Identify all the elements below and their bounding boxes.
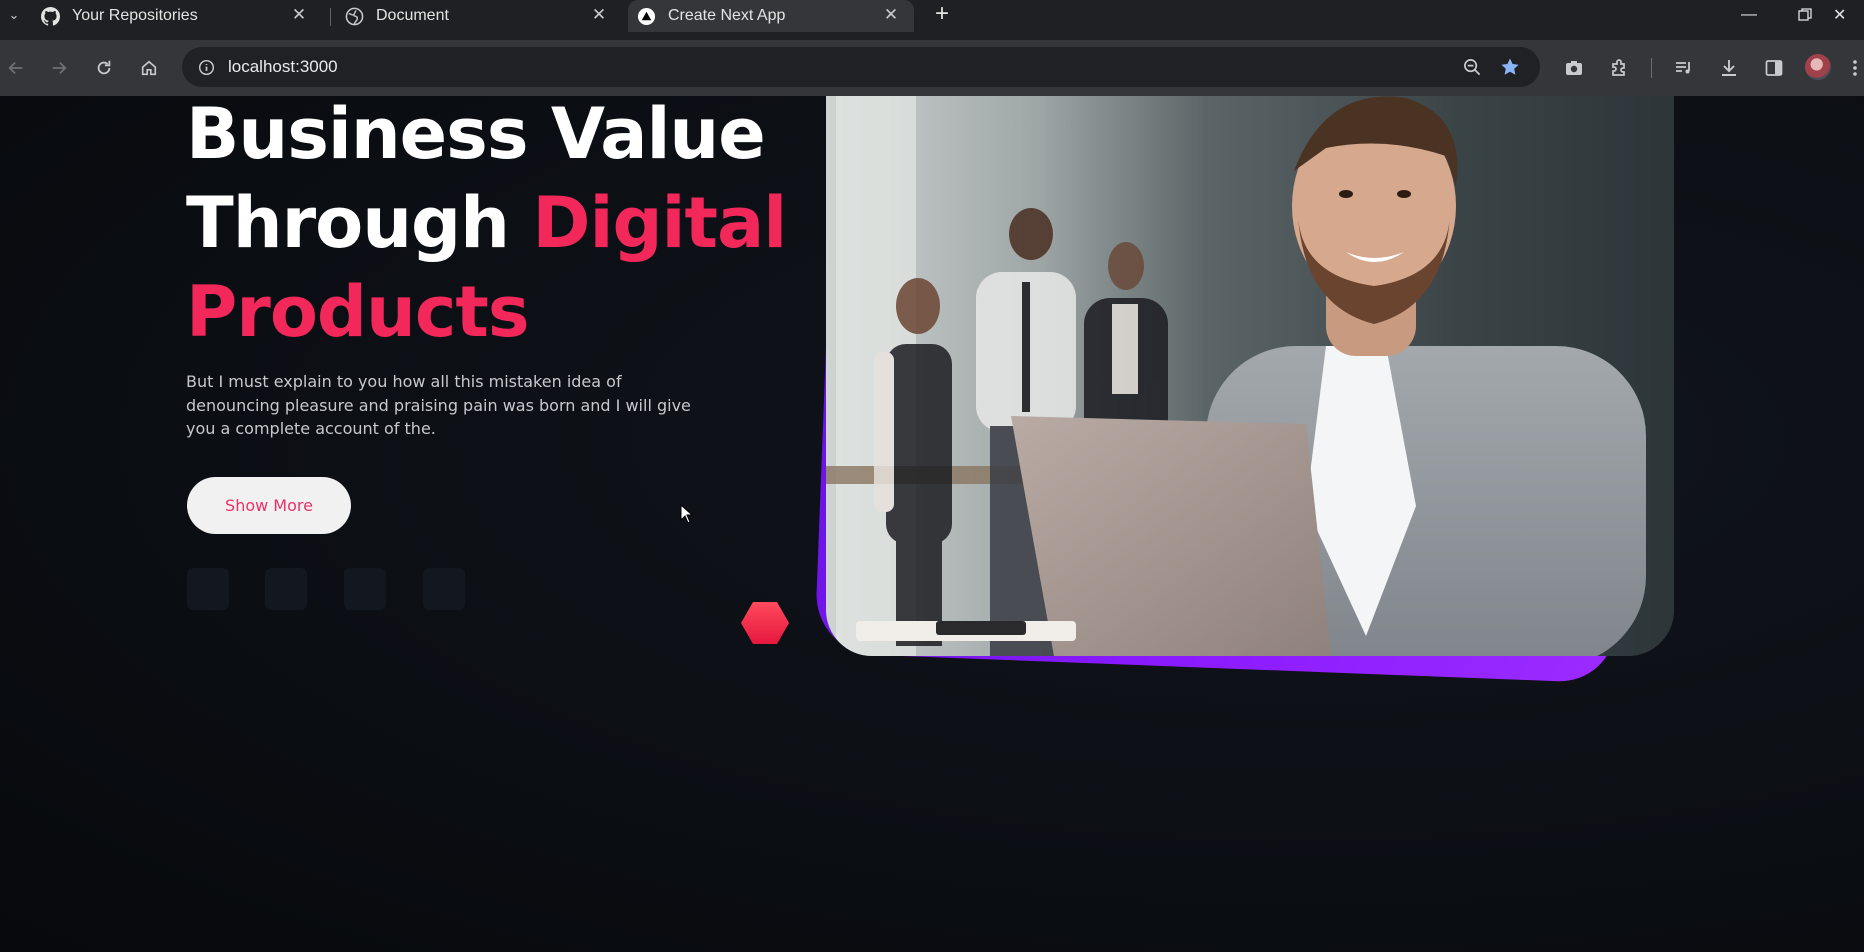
media-queue-icon[interactable] [1666,50,1702,86]
extensions-puzzle-icon[interactable] [1601,50,1637,86]
back-arrow-icon[interactable] [0,50,34,86]
new-tab-button[interactable]: + [928,2,956,27]
tab-your-repositories[interactable]: Your Repositories ✕ [40,0,322,32]
social-icon-placeholder[interactable] [187,568,229,610]
more-menu-icon[interactable] [1846,50,1864,86]
tab-title: Document [376,7,449,24]
profile-avatar[interactable] [1805,54,1831,80]
social-icon-placeholder[interactable] [423,568,465,610]
forward-arrow-icon[interactable] [41,50,77,86]
hero-description: But I must explain to you how all this m… [186,372,691,438]
bookmark-star-icon[interactable] [1496,53,1524,81]
close-tab-icon[interactable]: ✕ [588,4,610,26]
toolbar-divider [1651,58,1652,78]
social-icon-placeholder[interactable] [265,568,307,610]
home-icon[interactable] [131,50,167,86]
site-info-icon[interactable] [196,57,216,77]
close-window-icon[interactable]: ✕ [1833,0,1864,30]
zoom-icon[interactable] [1458,53,1486,81]
browser-toolbar: localhost:3000 [0,40,1864,96]
reload-icon[interactable] [86,50,122,86]
page-viewport: Business Value Through Digital Products … [0,96,1864,952]
hero-title-accent-digital: Digital [532,182,787,264]
hero-title-line1: Business Value [186,96,766,175]
hero-title: Business Value Through Digital Products [186,96,806,357]
office-photo-illustration [826,96,1674,656]
hero-title-accent-products: Products [186,271,529,353]
nextjs-icon [636,6,656,26]
close-tab-icon[interactable]: ✕ [880,4,902,26]
decorative-hexagon [741,602,789,644]
restore-window-icon[interactable] [1777,0,1833,30]
camera-icon[interactable] [1556,50,1592,86]
globe-icon [344,6,364,26]
address-bar[interactable]: localhost:3000 [182,47,1540,87]
tab-title: Your Repositories [72,7,198,24]
tab-search-chevron-icon[interactable]: ⌄ [0,0,28,30]
minimize-window-icon[interactable]: — [1721,0,1777,30]
github-icon [40,6,60,26]
tab-title: Create Next App [668,7,786,24]
close-tab-icon[interactable]: ✕ [288,4,310,26]
hero-title-line2: Through [186,182,533,264]
hero-image-businessman [826,96,1674,656]
tab-divider [330,8,331,26]
show-more-button[interactable]: Show More [187,477,351,534]
download-icon[interactable] [1711,50,1747,86]
tab-document[interactable]: Document ✕ [344,0,622,32]
social-icon-placeholder[interactable] [344,568,386,610]
tab-create-next-app[interactable]: Create Next App ✕ [628,0,914,32]
mouse-cursor-icon [680,504,694,524]
browser-tab-bar: ⌄ Your Repositories ✕ Document ✕ Create … [0,0,1864,40]
url-text[interactable]: localhost:3000 [228,57,338,77]
side-panel-icon[interactable] [1756,50,1792,86]
